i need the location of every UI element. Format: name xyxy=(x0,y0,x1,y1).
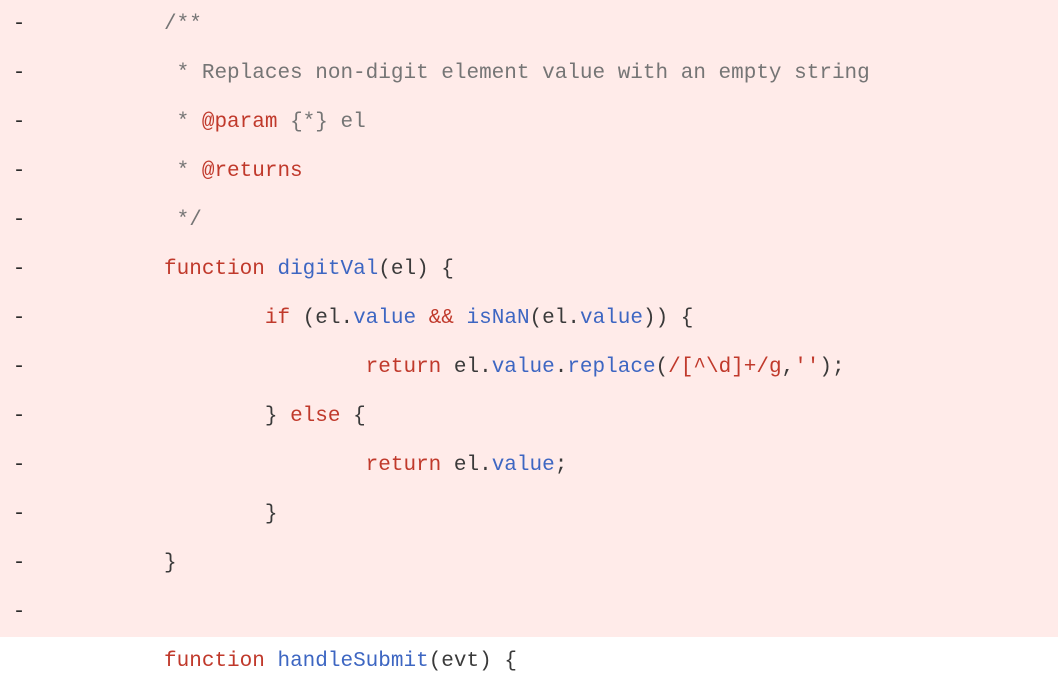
code-token: el. xyxy=(441,454,491,477)
code-token: * Replaces non-digit element value with … xyxy=(164,62,870,85)
diff-marker: - xyxy=(0,0,38,49)
code-token: { xyxy=(340,405,365,428)
code-token: && xyxy=(429,307,454,330)
diff-line: - function digitVal(el) { xyxy=(0,245,1058,294)
code-token: /** xyxy=(164,13,202,36)
code-token: (el. xyxy=(530,307,580,330)
code-token: el. xyxy=(441,356,491,379)
diff-line: - return el.value; xyxy=(0,441,1058,490)
diff-marker: - xyxy=(0,588,38,637)
diff-marker: - xyxy=(0,147,38,196)
diff-line: - } xyxy=(0,490,1058,539)
code-token: , xyxy=(782,356,795,379)
code-token: */ xyxy=(164,209,202,232)
code-content: if (el.value && isNaN(el.value)) { xyxy=(38,294,1058,343)
code-content: } xyxy=(38,539,1058,588)
diff-line: - return el.value.replace(/[^\d]+/g,''); xyxy=(0,343,1058,392)
code-token: * xyxy=(164,160,202,183)
code-token xyxy=(454,307,467,330)
code-content: } xyxy=(38,490,1058,539)
diff-line: - */ xyxy=(0,196,1058,245)
code-token: {*} el xyxy=(277,111,365,134)
code-token: function xyxy=(164,650,265,673)
code-token: ( xyxy=(656,356,669,379)
diff-marker: - xyxy=(0,196,38,245)
code-token xyxy=(416,307,429,330)
code-token: . xyxy=(555,356,568,379)
diff-marker: - xyxy=(0,490,38,539)
code-token xyxy=(265,650,278,673)
code-token: } xyxy=(265,405,290,428)
code-token: /[^\d]+/g xyxy=(668,356,781,379)
code-token: (el) { xyxy=(378,258,454,281)
code-token: replace xyxy=(567,356,655,379)
code-token: return xyxy=(366,454,442,477)
code-content: function digitVal(el) { xyxy=(38,245,1058,294)
code-token: ); xyxy=(819,356,844,379)
diff-marker: - xyxy=(0,294,38,343)
code-token: * xyxy=(164,111,202,134)
code-token: handleSubmit xyxy=(277,650,428,673)
code-content: return el.value.replace(/[^\d]+/g,''); xyxy=(38,343,1058,392)
code-content: /** xyxy=(38,0,1058,49)
diff-line: function handleSubmit(evt) { xyxy=(0,637,1058,686)
code-token: )) { xyxy=(643,307,693,330)
code-token: (evt) { xyxy=(429,650,517,673)
code-token: digitVal xyxy=(277,258,378,281)
code-token: function xyxy=(164,258,265,281)
code-token xyxy=(265,258,278,281)
diff-view: - /**- * Replaces non-digit element valu… xyxy=(0,0,1058,686)
diff-marker: - xyxy=(0,49,38,98)
code-token: } xyxy=(265,503,278,526)
code-content: * @param {*} el xyxy=(38,98,1058,147)
diff-marker: - xyxy=(0,98,38,147)
code-token: '' xyxy=(794,356,819,379)
code-content: * Replaces non-digit element value with … xyxy=(38,49,1058,98)
code-token: value xyxy=(492,454,555,477)
diff-line: - /** xyxy=(0,0,1058,49)
code-content: * @returns xyxy=(38,147,1058,196)
code-content: return el.value; xyxy=(38,441,1058,490)
diff-marker: - xyxy=(0,343,38,392)
diff-marker: - xyxy=(0,245,38,294)
code-token: if xyxy=(265,307,290,330)
diff-marker: - xyxy=(0,441,38,490)
code-token: } xyxy=(164,552,177,575)
code-token: (el. xyxy=(290,307,353,330)
diff-line: - * @returns xyxy=(0,147,1058,196)
code-token: @returns xyxy=(202,160,303,183)
code-content: */ xyxy=(38,196,1058,245)
diff-line: - } xyxy=(0,539,1058,588)
code-token: @param xyxy=(202,111,278,134)
diff-line: - * @param {*} el xyxy=(0,98,1058,147)
diff-line: - * Replaces non-digit element value wit… xyxy=(0,49,1058,98)
code-token: value xyxy=(580,307,643,330)
diff-line: - xyxy=(0,588,1058,637)
code-token: ; xyxy=(555,454,568,477)
code-token: return xyxy=(366,356,442,379)
code-content: function handleSubmit(evt) { xyxy=(38,637,1058,686)
code-token: value xyxy=(492,356,555,379)
code-token: else xyxy=(290,405,340,428)
code-token: isNaN xyxy=(467,307,530,330)
diff-line: - } else { xyxy=(0,392,1058,441)
code-content: } else { xyxy=(38,392,1058,441)
diff-line: - if (el.value && isNaN(el.value)) { xyxy=(0,294,1058,343)
diff-marker: - xyxy=(0,539,38,588)
code-token: value xyxy=(353,307,416,330)
diff-marker: - xyxy=(0,392,38,441)
